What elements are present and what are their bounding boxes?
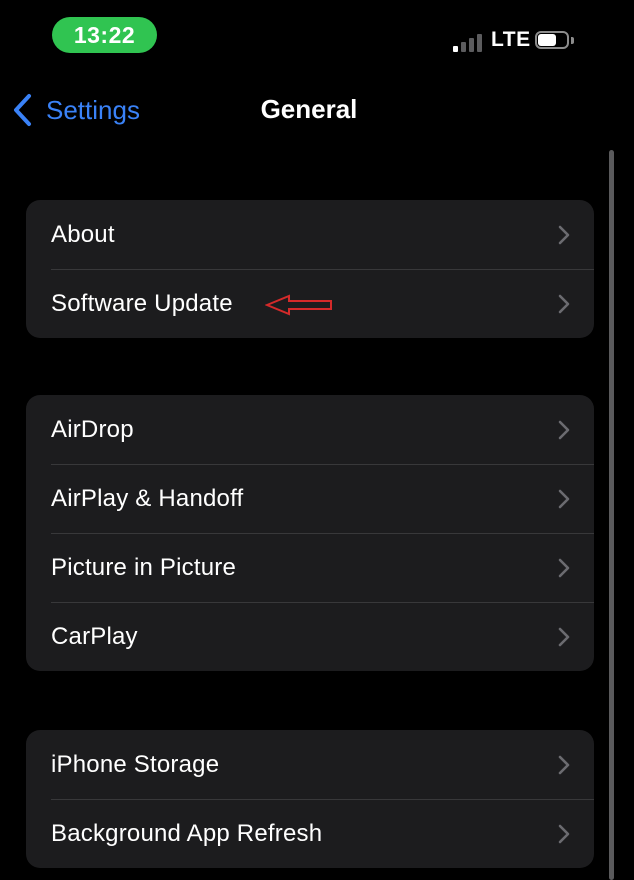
settings-group-about: About Software Update: [26, 200, 594, 338]
signal-bar: [477, 34, 482, 52]
chevron-right-icon: [558, 558, 570, 577]
status-bar: 13:22 LTE: [0, 0, 634, 70]
status-time[interactable]: 13:22: [52, 17, 157, 53]
chevron-right-icon: [558, 755, 570, 774]
settings-row-iphone-storage[interactable]: iPhone Storage: [26, 730, 594, 799]
scroll-indicator[interactable]: [609, 150, 614, 880]
battery-nub: [571, 37, 574, 44]
settings-row-airplay-handoff[interactable]: AirPlay & Handoff: [26, 464, 594, 533]
settings-row-label: Software Update: [51, 289, 233, 317]
chevron-right-icon: [558, 294, 570, 313]
settings-row-carplay[interactable]: CarPlay: [26, 602, 594, 671]
settings-row-label: iPhone Storage: [51, 750, 220, 778]
battery-icon: [535, 31, 577, 53]
chevron-right-icon: [558, 824, 570, 843]
battery-fill: [538, 34, 556, 46]
settings-group-connectivity: AirDrop AirPlay & Handoff Picture in Pic…: [26, 395, 594, 671]
settings-group-storage: iPhone Storage Background App Refresh: [26, 730, 594, 868]
settings-row-label: Picture in Picture: [51, 553, 237, 581]
chevron-right-icon: [558, 420, 570, 439]
settings-row-about[interactable]: About: [26, 200, 594, 269]
settings-row-picture-in-picture[interactable]: Picture in Picture: [26, 533, 594, 602]
navigation-bar: Settings General: [0, 80, 634, 140]
signal-bar: [469, 38, 474, 52]
cellular-signal-icon: [453, 32, 483, 52]
page-title-text: General: [260, 94, 358, 124]
page-title: General: [0, 94, 634, 125]
settings-row-label: Background App Refresh: [51, 819, 323, 847]
network-type: LTE: [491, 28, 531, 51]
chevron-right-icon: [558, 489, 570, 508]
arrow-left-outline-icon: [265, 294, 332, 316]
signal-bar: [461, 42, 466, 52]
signal-bar: [453, 46, 458, 52]
settings-row-background-app-refresh[interactable]: Background App Refresh: [26, 799, 594, 868]
chevron-right-icon: [558, 225, 570, 244]
settings-row-label: AirPlay & Handoff: [51, 484, 244, 512]
chevron-right-icon: [558, 627, 570, 646]
settings-row-label: CarPlay: [51, 622, 138, 650]
settings-row-airdrop[interactable]: AirDrop: [26, 395, 594, 464]
settings-row-label: About: [51, 220, 115, 248]
settings-row-label: AirDrop: [51, 415, 134, 443]
